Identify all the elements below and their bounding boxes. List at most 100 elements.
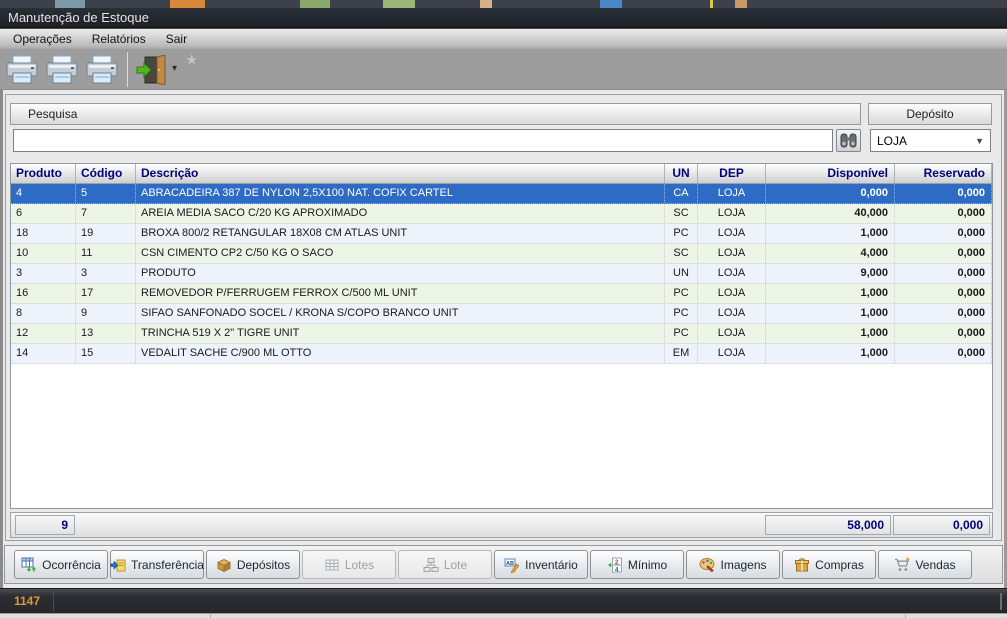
- total-reservado: 0,000: [893, 515, 990, 535]
- table-row[interactable]: 14 15 VEDALIT SACHE C/900 ML OTTO EM LOJ…: [11, 344, 992, 364]
- chevron-down-icon[interactable]: ▾: [172, 63, 177, 74]
- cell-reservado: 0,000: [895, 284, 992, 303]
- cell-disponivel: 1,000: [766, 284, 895, 303]
- header-reservado[interactable]: Reservado: [895, 164, 992, 183]
- cell-reservado: 0,000: [895, 304, 992, 323]
- printer-icon: [45, 55, 79, 85]
- compras-button[interactable]: Compras: [782, 550, 876, 579]
- table-row-selected[interactable]: 4 5 ABRACADEIRA 387 DE NYLON 2,5X100 NAT…: [11, 184, 992, 204]
- action-button-bar: Ocorrência Transferência Depósitos: [4, 545, 1003, 584]
- minimo-button[interactable]: 2 4 Mínimo: [590, 550, 684, 579]
- cell-codigo: 13: [76, 324, 136, 343]
- background-icon: [55, 0, 85, 8]
- cell-un: EM: [665, 344, 698, 363]
- menu-sair[interactable]: Sair: [156, 29, 197, 50]
- header-disponivel[interactable]: Disponível: [766, 164, 895, 183]
- print-button-3[interactable]: [83, 52, 121, 87]
- combo-arrow-icon: ▼: [975, 136, 984, 146]
- images-palette-icon: [699, 557, 715, 573]
- lote-button: Lote: [398, 550, 492, 579]
- menu-operacoes[interactable]: Operações: [3, 29, 82, 50]
- background-icon: [710, 0, 713, 8]
- cell-produto: 12: [11, 324, 76, 343]
- ocorrencia-label: Ocorrência: [42, 558, 101, 572]
- cell-produto: 8: [11, 304, 76, 323]
- cell-descricao: ABRACADEIRA 387 DE NYLON 2,5X100 NAT. CO…: [136, 184, 665, 203]
- lotes-label: Lotes: [345, 558, 374, 572]
- header-un[interactable]: UN: [665, 164, 698, 183]
- cell-dep: LOJA: [698, 284, 766, 303]
- cell-codigo: 15: [76, 344, 136, 363]
- cell-codigo: 19: [76, 224, 136, 243]
- cell-codigo: 9: [76, 304, 136, 323]
- cell-reservado: 0,000: [895, 244, 992, 263]
- lote-label: Lote: [444, 558, 467, 572]
- purchases-box-icon: [794, 557, 810, 573]
- table-row[interactable]: 18 19 BROXA 800/2 RETANGULAR 18X08 CM AT…: [11, 224, 992, 244]
- header-produto[interactable]: Produto: [11, 164, 76, 183]
- transferencia-button[interactable]: Transferência: [110, 550, 204, 579]
- cell-disponivel: 4,000: [766, 244, 895, 263]
- background-tick: [905, 614, 906, 618]
- cell-codigo: 3: [76, 264, 136, 283]
- printer-icon: [5, 55, 39, 85]
- cell-dep: LOJA: [698, 344, 766, 363]
- background-icon: [170, 0, 205, 8]
- statusbar: 1147: [0, 588, 1007, 613]
- exit-door-icon: [135, 55, 167, 85]
- deposito-select[interactable]: LOJA ▼: [870, 129, 991, 152]
- cell-disponivel: 1,000: [766, 344, 895, 363]
- cell-produto: 10: [11, 244, 76, 263]
- cell-reservado: 0,000: [895, 204, 992, 223]
- print-button-2[interactable]: [43, 52, 81, 87]
- search-input[interactable]: [13, 129, 833, 152]
- lot-hierarchy-icon: [423, 557, 439, 573]
- table-row[interactable]: 8 9 SIFAO SANFONADO SOCEL / KRONA S/COPO…: [11, 304, 992, 324]
- exit-button[interactable]: [132, 52, 170, 87]
- background-icon: [383, 0, 415, 8]
- cell-un: PC: [665, 284, 698, 303]
- cell-dep: LOJA: [698, 324, 766, 343]
- compras-label: Compras: [815, 558, 864, 572]
- toolbar: ▾ ★: [0, 49, 1007, 90]
- cell-disponivel: 0,000: [766, 184, 895, 203]
- print-button-1[interactable]: [3, 52, 41, 87]
- cell-un: PC: [665, 224, 698, 243]
- table-row[interactable]: 6 7 AREIA MEDIA SACO C/20 KG APROXIMADO …: [11, 204, 992, 224]
- cell-disponivel: 1,000: [766, 324, 895, 343]
- ocorrencia-button[interactable]: Ocorrência: [14, 550, 108, 579]
- header-dep[interactable]: DEP: [698, 164, 766, 183]
- depositos-button[interactable]: Depósitos: [206, 550, 300, 579]
- cell-descricao: BROXA 800/2 RETANGULAR 18X08 CM ATLAS UN…: [136, 224, 665, 243]
- imagens-button[interactable]: Imagens: [686, 550, 780, 579]
- search-find-button[interactable]: [836, 129, 861, 152]
- deposito-group-header: Depósito: [868, 103, 992, 125]
- inventario-button[interactable]: AB Inventário: [494, 550, 588, 579]
- table-row[interactable]: 10 11 CSN CIMENTO CP2 C/50 KG O SACO SC …: [11, 244, 992, 264]
- table-row[interactable]: 12 13 TRINCHA 519 X 2" TIGRE UNIT PC LOJ…: [11, 324, 992, 344]
- star-icon[interactable]: ★: [185, 51, 198, 69]
- cell-produto: 4: [11, 184, 76, 203]
- cell-descricao: PRODUTO: [136, 264, 665, 283]
- cell-dep: LOJA: [698, 244, 766, 263]
- cell-reservado: 0,000: [895, 184, 992, 203]
- header-codigo[interactable]: Código: [76, 164, 136, 183]
- deposito-header-label: Depósito: [906, 107, 953, 121]
- cell-reservado: 0,000: [895, 344, 992, 363]
- table-row[interactable]: 16 17 REMOVEDOR P/FERRUGEM FERROX C/500 …: [11, 284, 992, 304]
- cell-dep: LOJA: [698, 204, 766, 223]
- menu-relatorios[interactable]: Relatórios: [82, 29, 156, 50]
- header-descricao[interactable]: Descrição: [136, 164, 665, 183]
- background-icon: [735, 0, 747, 8]
- cell-produto: 18: [11, 224, 76, 243]
- cell-disponivel: 40,000: [766, 204, 895, 223]
- cell-un: SC: [665, 244, 698, 263]
- vendas-button[interactable]: Vendas: [878, 550, 972, 579]
- statusbar-grip: [1000, 593, 1002, 610]
- background-icon: [480, 0, 492, 8]
- cell-codigo: 7: [76, 204, 136, 223]
- background-icon: [600, 0, 622, 8]
- cell-codigo: 5: [76, 184, 136, 203]
- table-row[interactable]: 3 3 PRODUTO UN LOJA 9,000 0,000: [11, 264, 992, 284]
- total-record-count: 9: [15, 515, 75, 535]
